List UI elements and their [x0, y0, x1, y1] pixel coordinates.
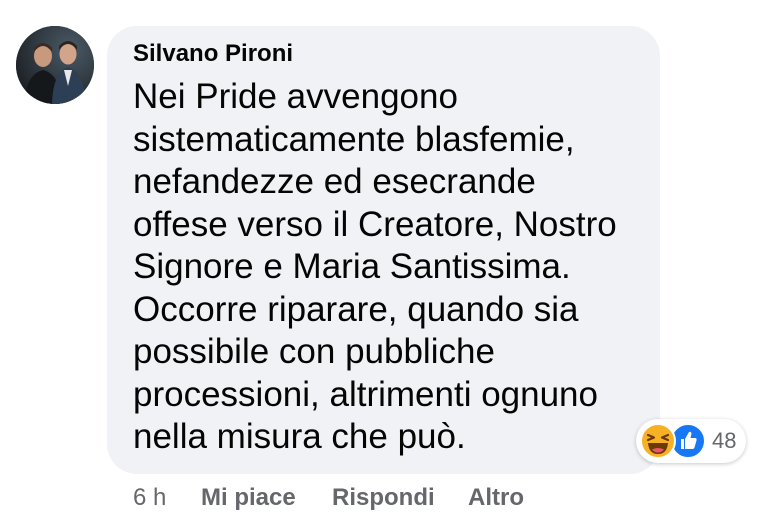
- comment-bubble: Silvano Pironi Nei Pride avvengono siste…: [107, 26, 660, 474]
- like-button[interactable]: Mi piace: [201, 484, 296, 512]
- comment-timestamp[interactable]: 6 h: [133, 484, 166, 512]
- reaction-count: 48: [712, 428, 737, 453]
- avatar-photo: [16, 26, 94, 104]
- reply-button[interactable]: Rispondi: [332, 484, 435, 512]
- comment-author[interactable]: Silvano Pironi: [133, 40, 293, 68]
- comment-text: Nei Pride avvengono sistematicamente bla…: [133, 77, 617, 456]
- avatar[interactable]: [16, 26, 94, 104]
- more-button[interactable]: Altro: [468, 484, 524, 512]
- haha-icon: [640, 423, 676, 459]
- reactions-summary[interactable]: 48: [636, 419, 746, 463]
